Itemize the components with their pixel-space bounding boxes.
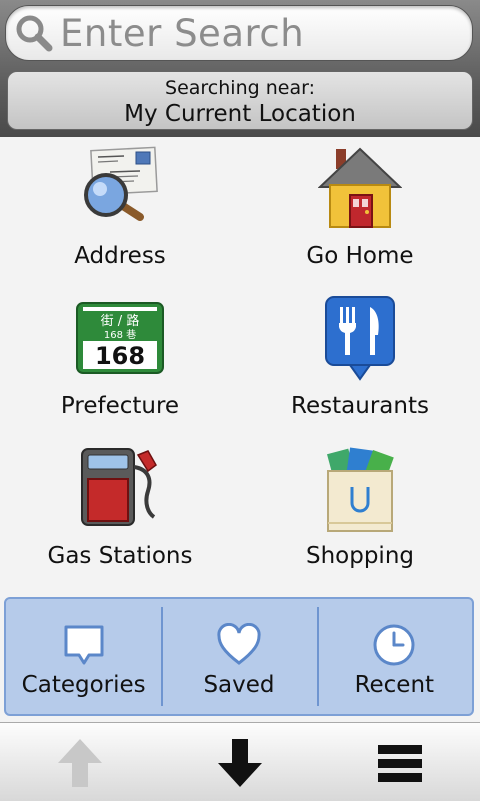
house-icon (318, 147, 402, 228)
arrow-up-icon[interactable] (52, 735, 108, 791)
category-grid: Address Go Home 街 / 路 168 巷 168 Prefectu… (0, 137, 480, 592)
tab-recent[interactable]: Recent (316, 599, 472, 714)
category-label: Shopping (305, 543, 414, 569)
tab-categories[interactable]: Categories (6, 599, 161, 714)
category-prefecture[interactable]: 街 / 路 168 巷 168 Prefecture (0, 287, 240, 437)
search-header: Enter Search Searching near: My Current … (0, 0, 480, 137)
category-address[interactable]: Address (0, 137, 240, 287)
current-location-value: My Current Location (124, 101, 356, 127)
street-sign-icon: 街 / 路 168 巷 168 (76, 302, 164, 374)
fork-knife-icon (325, 296, 395, 381)
address-magnifier-icon (84, 146, 158, 221)
search-input[interactable]: Enter Search (5, 5, 473, 61)
category-label: Address (74, 243, 166, 269)
category-label: Go Home (306, 243, 414, 269)
tab-label: Categories (21, 672, 146, 698)
sign-number-text: 168 (95, 342, 145, 370)
speech-bubble-icon (64, 625, 104, 665)
tab-label: Recent (354, 672, 435, 698)
search-mode-tabs: Categories Saved Recent (4, 597, 474, 716)
category-gas-stations[interactable]: Gas Stations (0, 437, 240, 587)
arrow-down-icon[interactable] (212, 735, 268, 791)
tab-label: Saved (203, 672, 275, 698)
tab-saved[interactable]: Saved (161, 599, 316, 714)
category-label: Prefecture (60, 393, 180, 419)
category-shopping[interactable]: Shopping (240, 437, 480, 587)
category-restaurants[interactable]: Restaurants (240, 287, 480, 437)
sign-top-text: 街 / 路 (101, 313, 140, 329)
category-label: Restaurants (291, 393, 429, 419)
searching-near-button[interactable]: Searching near: My Current Location (7, 71, 473, 130)
category-label: Gas Stations (47, 543, 193, 569)
fuel-pump-icon (81, 448, 157, 526)
searching-near-label: Searching near: (165, 77, 315, 99)
menu-icon[interactable] (372, 735, 428, 791)
shopping-bag-icon (327, 447, 394, 532)
category-go-home[interactable]: Go Home (240, 137, 480, 287)
search-placeholder: Enter Search (60, 11, 305, 55)
sign-mid-text: 168 巷 (104, 329, 136, 341)
bottom-toolbar (0, 722, 480, 801)
heart-icon (217, 623, 261, 665)
search-icon (16, 15, 53, 52)
clock-icon (373, 624, 415, 666)
